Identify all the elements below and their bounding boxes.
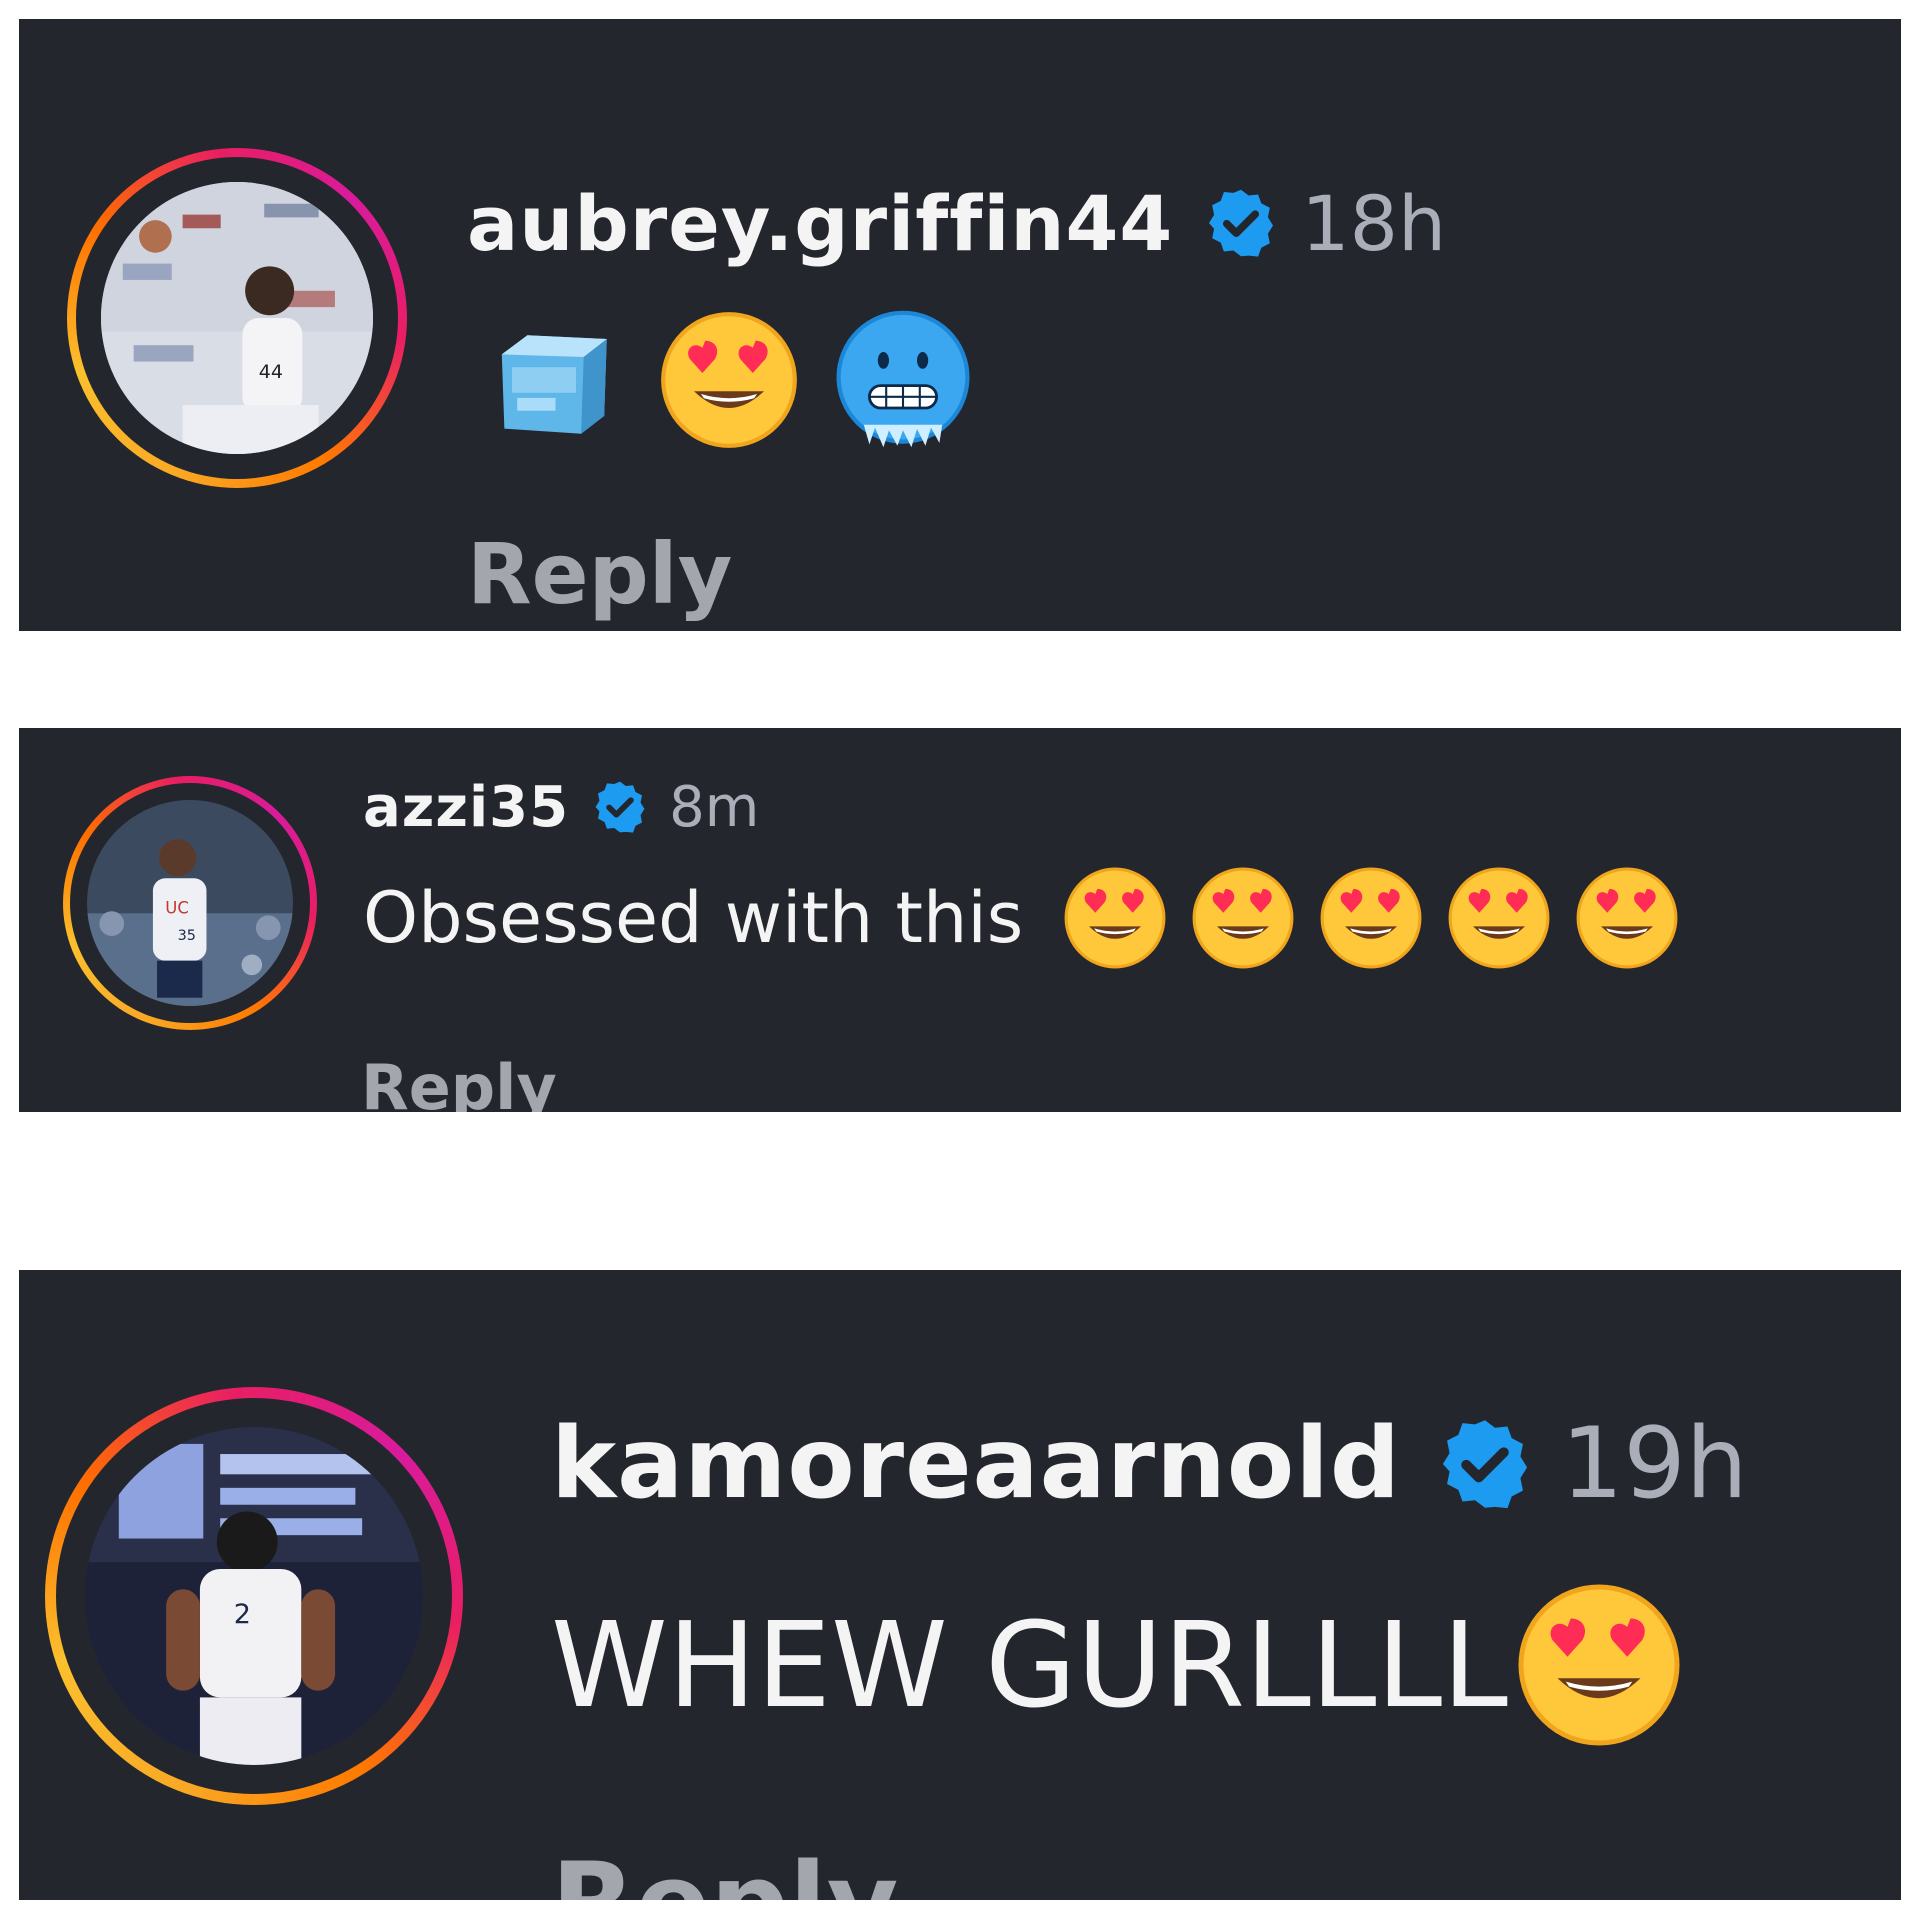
timestamp: 18h bbox=[1301, 178, 1447, 268]
comment-body: Obsessed with this bbox=[363, 877, 1024, 959]
cold-face-emoji bbox=[833, 310, 973, 450]
avatar[interactable]: UC 35 bbox=[87, 800, 293, 1006]
reply-button[interactable]: Reply bbox=[551, 1838, 898, 1900]
verified-badge-icon bbox=[1435, 1414, 1535, 1514]
comment-text: Obsessed with this bbox=[363, 858, 1679, 978]
svg-text:UC: UC bbox=[165, 898, 189, 917]
username[interactable]: azzi35 bbox=[363, 775, 569, 840]
heart-eyes-emoji bbox=[659, 310, 799, 450]
reply-button[interactable]: Reply bbox=[467, 524, 732, 624]
timestamp: 19h bbox=[1560, 1407, 1748, 1521]
heart-eyes-emoji bbox=[1063, 866, 1167, 970]
ice-cube-emoji bbox=[489, 316, 617, 444]
comment-text: WHEW GURLLLL bbox=[551, 1580, 1682, 1750]
heart-eyes-emoji bbox=[1447, 866, 1551, 970]
story-ring[interactable]: 44 bbox=[67, 148, 407, 488]
comment-header: kamoreaarnold 19h bbox=[551, 1400, 1748, 1528]
verified-badge-icon bbox=[1203, 185, 1279, 261]
comment-card: UC 35 azzi35 8m Obsessed with this Reply bbox=[19, 728, 1901, 1112]
comment-body: WHEW GURLLLL bbox=[551, 1596, 1508, 1734]
timestamp: 8m bbox=[669, 774, 760, 840]
heart-eyes-emoji bbox=[1191, 866, 1295, 970]
story-ring[interactable]: UC 35 bbox=[63, 776, 317, 1030]
heart-eyes-emoji bbox=[1516, 1582, 1682, 1748]
svg-text:2: 2 bbox=[234, 1599, 251, 1630]
verified-badge-icon bbox=[591, 778, 649, 836]
heart-eyes-emoji bbox=[1575, 866, 1679, 970]
comment-card: 44 aubrey.griffin44 18h Reply bbox=[19, 19, 1901, 631]
comment-text bbox=[489, 305, 973, 455]
comment-header: aubrey.griffin44 18h bbox=[467, 173, 1446, 273]
svg-text:44: 44 bbox=[259, 361, 283, 383]
avatar[interactable]: 44 bbox=[101, 182, 373, 454]
comment-card: 2 kamoreaarnold 19h WHEW GURLLLL Reply bbox=[19, 1270, 1901, 1900]
avatar[interactable]: 2 bbox=[85, 1427, 423, 1765]
heart-eyes-emoji bbox=[1319, 866, 1423, 970]
svg-text:35: 35 bbox=[178, 928, 196, 944]
username[interactable]: aubrey.griffin44 bbox=[467, 179, 1173, 268]
reply-button[interactable]: Reply bbox=[361, 1048, 557, 1112]
comment-header: azzi35 8m bbox=[363, 768, 759, 846]
story-ring[interactable]: 2 bbox=[45, 1387, 463, 1805]
username[interactable]: kamoreaarnold bbox=[551, 1407, 1401, 1521]
